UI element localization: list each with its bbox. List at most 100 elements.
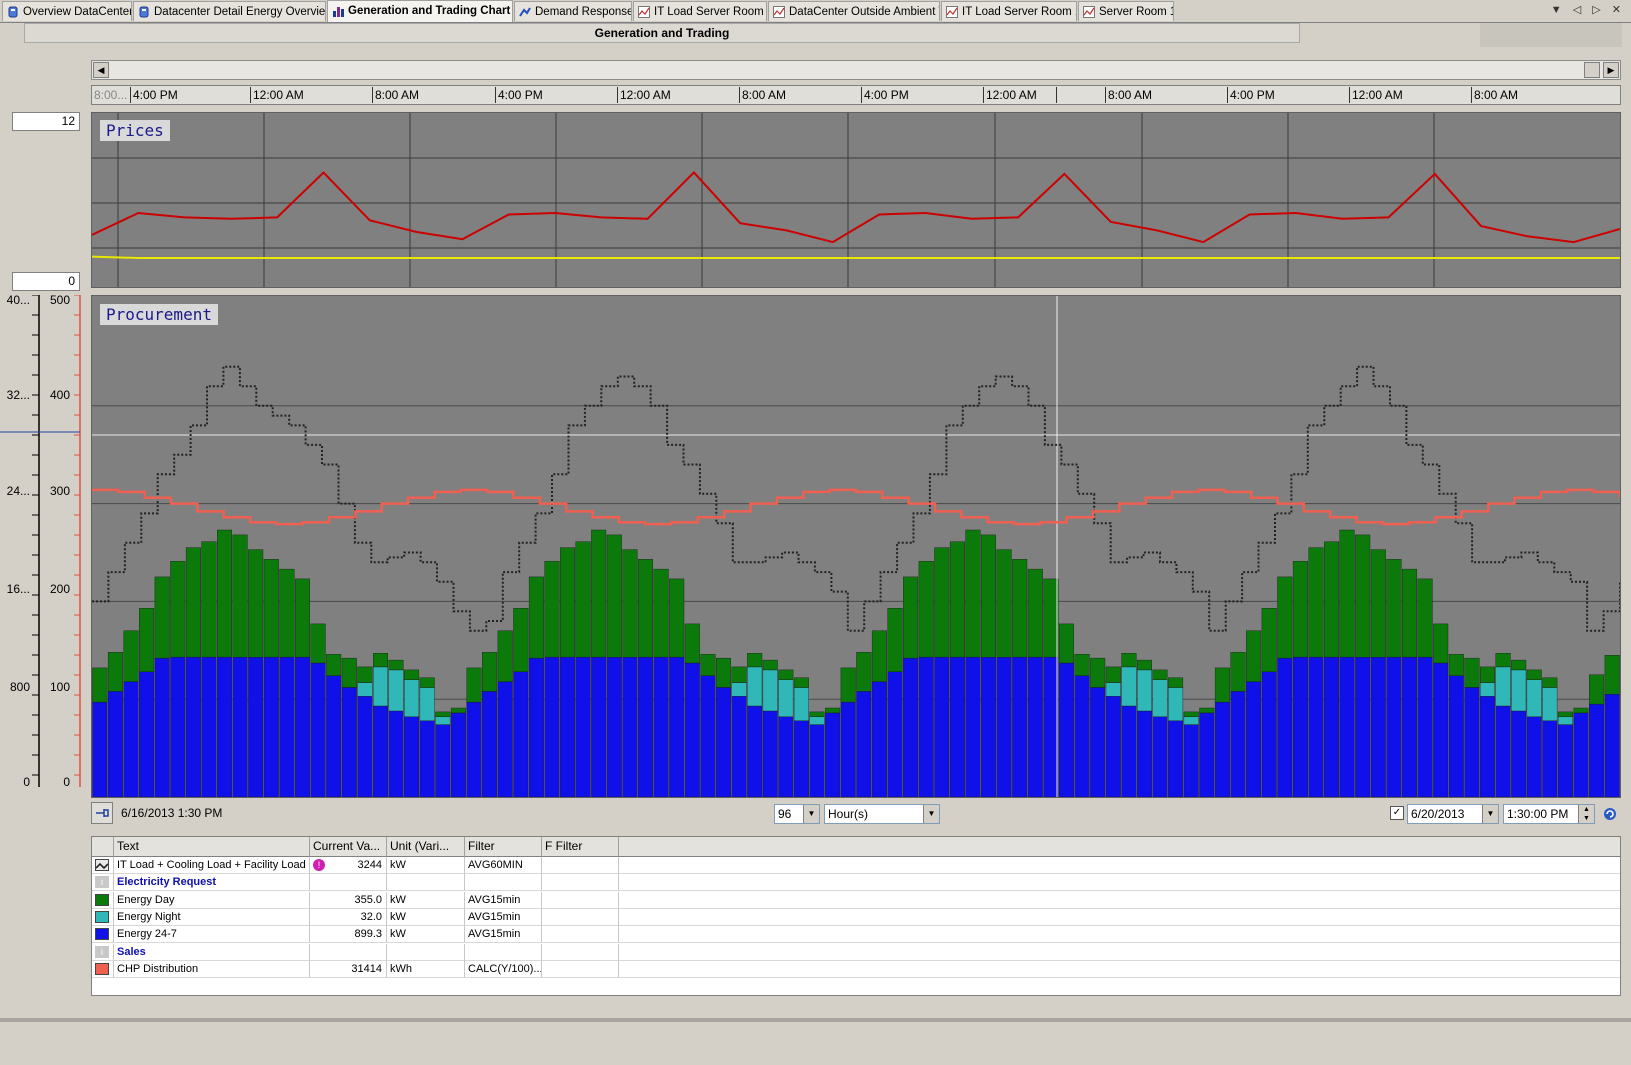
bar-energy-24-7 (216, 656, 232, 797)
range-count-select[interactable]: 96 ▼ (774, 804, 820, 824)
status-strip (0, 1018, 1631, 1022)
grid-header[interactable]: F Filter (542, 837, 619, 857)
bar-energy-day (825, 707, 841, 714)
end-time-field[interactable]: 1:30:00 PM ▲ ▼ (1503, 804, 1595, 824)
bar-energy-night (1183, 716, 1199, 725)
end-date-checkbox[interactable]: ✓ (1390, 806, 1404, 820)
bar-energy-day (1495, 653, 1511, 668)
prices-max-value[interactable]: 12 (12, 112, 80, 131)
bar-energy-day (357, 666, 373, 683)
tab-server-room-1[interactable]: Server Room 1 (1078, 1, 1174, 21)
bar-energy-24-7 (1479, 696, 1495, 797)
bar-energy-night (731, 682, 747, 697)
bar-energy-day (1105, 666, 1121, 683)
grid-cell-value: 31414 (310, 960, 387, 978)
right-axis-tick-label: 200 (50, 582, 70, 596)
scroll-left-button[interactable]: ◀ (93, 62, 109, 78)
chevron-down-icon[interactable]: ▼ (803, 805, 819, 823)
grid-header[interactable]: Filter (465, 837, 542, 857)
page-title: Generation and Trading (24, 23, 1300, 43)
bar-energy-day (700, 654, 716, 676)
bar-energy-day (513, 608, 529, 673)
bar-energy-night (762, 669, 778, 712)
prices-chart[interactable]: Prices (91, 112, 1621, 288)
grid-cell-f-filter (542, 857, 619, 874)
bar-energy-24-7 (1246, 681, 1262, 797)
bar-energy-day (934, 547, 950, 658)
bar-energy-day (154, 576, 170, 659)
range-unit-select[interactable]: Hour(s) ▼ (824, 804, 940, 824)
bar-energy-day (591, 529, 607, 658)
bar-energy-24-7 (185, 656, 201, 797)
price-reference-line (92, 255, 1620, 259)
calendar-dropdown-icon[interactable]: ▼ (1482, 805, 1498, 823)
bar-energy-24-7 (622, 656, 638, 797)
tab-demand-response[interactable]: Demand Response (514, 1, 632, 21)
bar-energy-24-7 (450, 712, 466, 797)
grid-cell-text: IT Load + Cooling Load + Facility Load (114, 857, 310, 874)
bar-energy-day (1370, 549, 1386, 658)
tab-it-load-server-room-1[interactable]: IT Load Server Room 1 (633, 1, 767, 21)
bar-energy-day (232, 534, 248, 658)
bar-energy-24-7 (326, 675, 342, 797)
bar-energy-night (1557, 716, 1573, 725)
time-axis-label: 12:00 AM (1349, 87, 1471, 103)
bar-energy-24-7 (1074, 675, 1090, 797)
bar-energy-24-7 (1589, 703, 1605, 797)
procurement-chart[interactable]: Procurement (91, 295, 1621, 798)
time-spinner-icon[interactable]: ▲ ▼ (1578, 805, 1594, 823)
tab-it-load-server-room-1[interactable]: IT Load Server Room 1 (941, 1, 1077, 21)
time-scrollbar[interactable]: ◀ ▶ (91, 60, 1621, 80)
bar-energy-24-7 (1355, 656, 1371, 797)
series-grid[interactable]: Text Current Va... Unit (Vari... Filter F Fi… (91, 836, 1621, 996)
bar-energy-24-7 (404, 716, 420, 797)
tab-datacenter-detail-energy-overview[interactable]: Datacenter Detail Energy Overview (133, 1, 326, 21)
end-date-field[interactable]: 6/20/2013 ▼ (1407, 804, 1499, 824)
bar-energy-day (139, 608, 155, 673)
alert-icon[interactable]: ! (313, 859, 325, 871)
bar-energy-day (1136, 659, 1152, 671)
bar-energy-day (981, 534, 997, 658)
tab-generation-and-trading-chart[interactable]: Generation and Trading Chart (327, 0, 513, 22)
bar-energy-day (1511, 659, 1527, 671)
grid-cell-unit: kWh (387, 960, 465, 978)
tab-datacenter-outside-ambient-t[interactable]: DataCenter Outside Ambient T (768, 1, 940, 21)
tab-label: DataCenter Outside Ambient T (789, 6, 940, 18)
refresh-button[interactable] (1600, 804, 1620, 824)
bar-energy-day (1526, 669, 1542, 680)
bar-energy-day (1604, 655, 1620, 695)
grid-cell-unit (387, 874, 465, 892)
tab-navigation[interactable]: ▼ ◁ ▷ ✕ (1551, 3, 1625, 16)
prices-min-value[interactable]: 0 (12, 272, 80, 291)
grid-cell-value: 355.0 (310, 891, 387, 909)
bar-energy-night (1152, 679, 1168, 718)
tab-overview-datacenter[interactable]: Overview DataCenter (2, 1, 132, 21)
bar-energy-day (310, 623, 326, 664)
bar-energy-day (1012, 559, 1028, 658)
scroll-thumb[interactable] (1584, 62, 1600, 78)
bar-energy-day (622, 549, 638, 658)
bar-energy-day (466, 667, 482, 703)
bar-energy-day (1417, 578, 1433, 658)
bar-energy-24-7 (497, 681, 513, 797)
procurement-plot (92, 296, 1620, 797)
grid-header[interactable]: Current Va... (310, 837, 387, 857)
bar-energy-24-7 (1495, 705, 1511, 797)
range-count-value: 96 (778, 807, 792, 821)
grid-header[interactable] (92, 837, 114, 857)
bar-energy-24-7 (887, 671, 903, 797)
scroll-right-button[interactable]: ▶ (1603, 62, 1619, 78)
bar-energy-24-7 (1308, 656, 1324, 797)
grid-row-icon-cell: i (92, 874, 114, 892)
grid-header[interactable]: Unit (Vari... (387, 837, 465, 857)
bar-energy-24-7 (373, 705, 389, 797)
bar-energy-24-7 (1573, 712, 1589, 797)
bar-energy-day (1043, 578, 1059, 658)
end-time-value: 1:30:00 PM (1507, 807, 1569, 821)
bar-energy-24-7 (949, 656, 965, 797)
chevron-down-icon[interactable]: ▼ (923, 805, 939, 823)
pin-button[interactable] (91, 802, 113, 824)
bar-energy-24-7 (1511, 710, 1527, 797)
grid-header[interactable]: Text (114, 837, 310, 857)
bar-energy-day (450, 707, 466, 714)
